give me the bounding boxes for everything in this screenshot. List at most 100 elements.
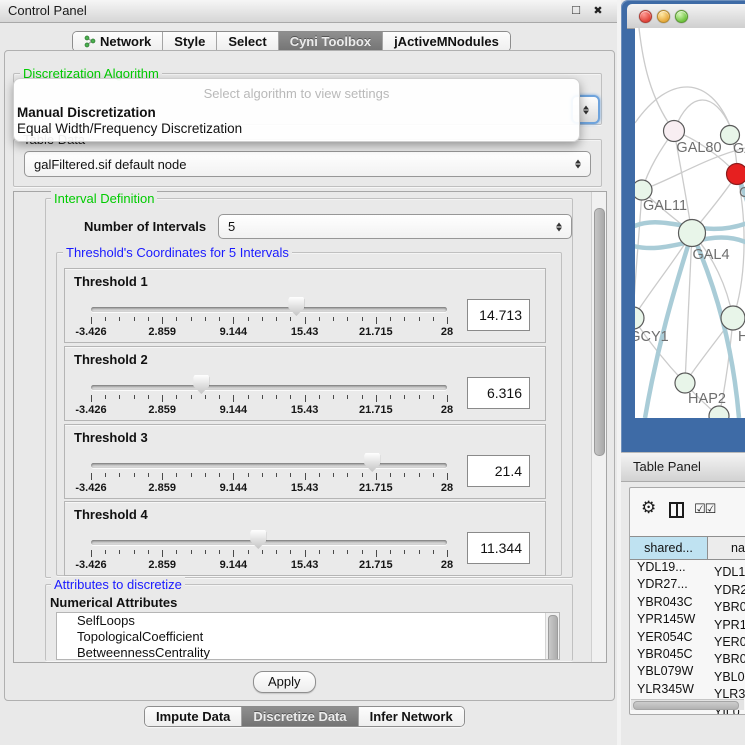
network-graph[interactable]: GAL80GACGAL11GAL4GCY1HHAP2 [635,28,745,418]
network-node[interactable] [635,307,644,329]
table-row[interactable]: YDL19...YDL1 [630,559,745,576]
network-icon [84,35,96,48]
network-node[interactable] [675,373,695,393]
network-node[interactable] [664,121,685,142]
gear-icon[interactable]: ⚙ [641,498,656,518]
network-node[interactable] [709,406,729,418]
network-edge[interactable] [639,28,674,131]
list-scrollbar-thumb[interactable] [548,615,558,660]
slider-track[interactable] [91,540,447,545]
slider-thumb[interactable] [288,297,304,316]
vertical-scrollbar-thumb[interactable] [594,208,605,456]
tab-cyni-toolbox[interactable]: Cyni Toolbox [278,32,382,51]
slider-ticks [91,550,447,558]
horizontal-scrollbar-thumb[interactable] [633,701,739,710]
table-panel-title: Table Panel [633,459,701,474]
table-row[interactable]: YLR345WYLR3 [630,681,745,698]
attribute-list-item[interactable]: TopologicalCoefficient [57,629,559,645]
tab-label: Select [228,32,266,51]
tab-discretize-data[interactable]: Discretize Data [241,707,357,726]
tick-label: -3.426 [75,404,106,416]
attribute-list-item[interactable]: BetweennessCentrality [57,645,559,660]
cell-shared-name[interactable]: YER054C [630,629,708,646]
vertical-scrollbar[interactable] [591,192,606,662]
threshold-2-panel: Threshold 2 -3.4262.8599.14415.4321.7152… [64,346,546,421]
threshold-value-field[interactable]: 6.316 [467,377,530,409]
network-node[interactable] [721,306,745,330]
select-checkboxes-icon[interactable]: ☑☑ [694,501,715,517]
column-header-name[interactable]: na [708,537,745,559]
table-row[interactable]: YPR145WYPR1 [630,611,745,628]
tab-network[interactable]: Network [73,32,162,51]
slider-thumb[interactable] [364,453,380,472]
cell-shared-name[interactable]: YDR27... [630,576,708,593]
network-node-label: GCY1 [635,329,669,345]
network-node[interactable] [679,220,706,247]
table-row[interactable]: YBR045CYBR0 [630,646,745,663]
threshold-value-field[interactable]: 21.4 [467,455,530,487]
network-node-label: GAL11 [643,198,687,214]
slider-thumb[interactable] [250,530,266,549]
cell-shared-name[interactable]: YLR345W [630,681,708,698]
threshold-4-slider[interactable]: -3.4262.8599.14415.4321.71528 [91,502,447,575]
tab-label: Cyni Toolbox [290,32,371,51]
cell-shared-name[interactable]: YBR045C [630,646,708,663]
network-canvas[interactable]: GAL80GACGAL11GAL4GCY1HHAP2 [635,28,745,418]
tab-style[interactable]: Style [162,32,216,51]
cell-shared-name[interactable]: YBR043C [630,594,708,611]
list-scrollbar[interactable] [545,613,559,659]
apply-button[interactable]: Apply [253,671,316,693]
threshold-value-field[interactable]: 14.713 [467,299,530,331]
close-traffic-light[interactable] [639,10,652,23]
horizontal-scrollbar[interactable] [631,699,744,710]
network-node[interactable] [635,180,652,200]
tick-label: 28 [441,326,453,338]
columns-icon[interactable] [669,502,684,518]
slider-track[interactable] [91,307,447,312]
num-intervals-combo[interactable]: 5 [218,214,572,239]
tick-label: 2.859 [148,404,176,416]
table-row[interactable]: YER054CYER0 [630,629,745,646]
attributes-group-title: Attributes to discretize [51,577,185,592]
table-row[interactable]: YBL079WYBL0 [630,663,745,680]
tab-impute-data[interactable]: Impute Data [145,707,241,726]
cell-shared-name[interactable]: YDL19... [630,559,708,576]
cell-shared-name[interactable]: YPR145W [630,611,708,628]
slider-track[interactable] [91,385,447,390]
column-header-shared-name[interactable]: shared... [630,537,708,559]
network-window-titlebar[interactable] [627,4,745,29]
thresholds-group-title: Threshold's Coordinates for 5 Intervals [63,245,292,260]
zoom-traffic-light[interactable] [675,10,688,23]
threshold-2-slider[interactable]: -3.4262.8599.14415.4321.71528 [91,347,447,420]
threshold-value-field[interactable]: 11.344 [467,532,530,564]
table-row[interactable]: YBR043CYBR0 [630,594,745,611]
tab-infer-network[interactable]: Infer Network [358,707,464,726]
close-icon[interactable]: ✖ [590,4,606,17]
network-node[interactable] [727,164,745,185]
table-data-combo[interactable]: galFiltered.sif default node [24,151,591,177]
threshold-1-slider[interactable]: -3.4262.8599.14415.4321.71528 [91,269,447,342]
cell-shared-name[interactable]: YBL079W [630,663,708,680]
table-row[interactable]: YDR27...YDR2 [630,576,745,593]
tab-jactivemnodules[interactable]: jActiveMNodules [382,32,510,51]
float-icon[interactable]: □ [568,2,584,17]
dropdown-option-manual[interactable]: Manual Discretization [16,105,577,121]
tick-label: 2.859 [148,482,176,494]
control-panel-titlebar: Control Panel □ ✖ [0,0,618,23]
numerical-attributes-label: Numerical Attributes [50,595,177,610]
threshold-3-slider[interactable]: -3.4262.8599.14415.4321.71528 [91,425,447,498]
minimize-traffic-light[interactable] [657,10,670,23]
numerical-attributes-list[interactable]: SelfLoopsTopologicalCoefficientBetweenne… [56,612,560,660]
tab-select[interactable]: Select [216,32,277,51]
network-node-label: H [738,329,745,345]
slider-tick-labels: -3.4262.8599.14415.4321.71528 [91,482,447,494]
threshold-4-panel: Threshold 4 -3.4262.8599.14415.4321.7152… [64,501,546,576]
slider-track[interactable] [91,463,447,468]
tab-label: Impute Data [156,707,230,726]
network-edge[interactable] [635,87,730,126]
dropdown-option-equal-width[interactable]: Equal Width/Frequency Discretization [16,121,577,137]
network-edge[interactable] [635,190,642,318]
attribute-list-item[interactable]: SelfLoops [57,613,559,629]
threshold-3-panel: Threshold 3 -3.4262.8599.14415.4321.7152… [64,424,546,499]
slider-thumb[interactable] [193,375,209,394]
